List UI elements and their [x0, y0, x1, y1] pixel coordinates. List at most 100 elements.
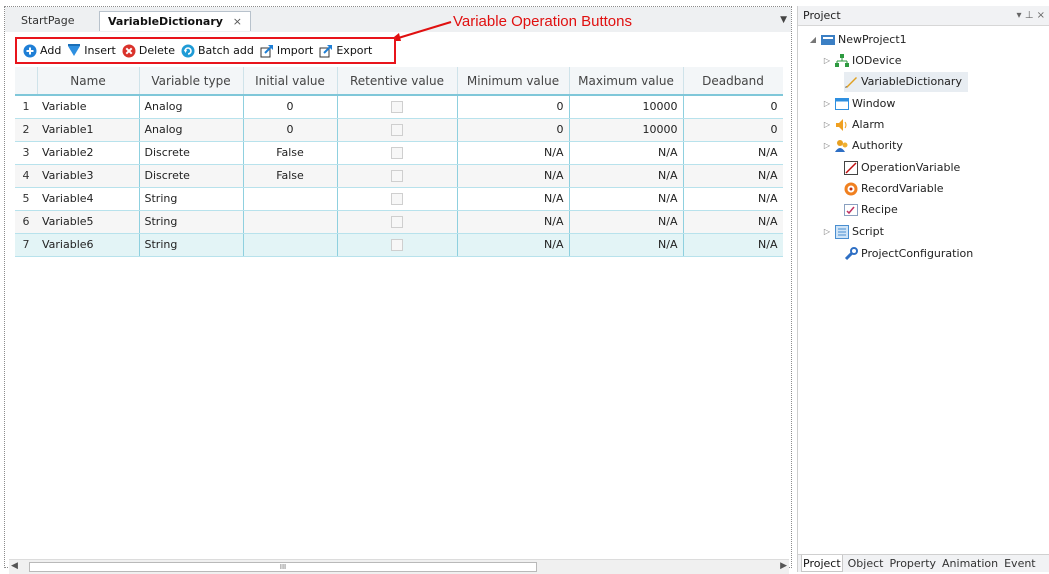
cell-variable-type[interactable]: String: [139, 233, 244, 257]
cell-variable-type[interactable]: String: [139, 210, 244, 234]
cell-initial-value[interactable]: 0: [243, 95, 338, 119]
retentive-checkbox[interactable]: [391, 239, 403, 251]
cell-initial-value[interactable]: [243, 210, 338, 234]
delete-button[interactable]: Delete: [122, 44, 175, 58]
column-header-minimum-value[interactable]: Minimum value: [457, 67, 570, 96]
cell-variable-type[interactable]: String: [139, 187, 244, 211]
table-row[interactable]: 2 Variable1 Analog 0 0 10000 0: [15, 118, 783, 142]
table-row[interactable]: 6 Variable5 String N/A N/A N/A: [15, 210, 783, 234]
cell-minimum-value[interactable]: N/A: [457, 141, 570, 165]
tab-list-dropdown-icon[interactable]: ▼: [780, 15, 787, 25]
tab-startpage[interactable]: StartPage: [13, 11, 83, 31]
tree-item-newproject1[interactable]: ◢ NewProject1: [808, 30, 907, 50]
cell-maximum-value[interactable]: N/A: [569, 233, 684, 257]
cell-retentive-value[interactable]: [337, 95, 458, 119]
cell-variable-type[interactable]: Discrete: [139, 141, 244, 165]
column-header-maximum-value[interactable]: Maximum value: [569, 67, 684, 96]
cell-variable-type[interactable]: Analog: [139, 95, 244, 119]
cell-name[interactable]: Variable1: [37, 118, 140, 142]
cell-deadband[interactable]: 0: [683, 95, 783, 119]
cell-initial-value[interactable]: False: [243, 164, 338, 188]
cell-retentive-value[interactable]: [337, 118, 458, 142]
batch-add-button[interactable]: Batch add: [181, 44, 254, 58]
tree-item-script[interactable]: ▷ Script: [822, 222, 884, 242]
cell-maximum-value[interactable]: N/A: [569, 210, 684, 234]
cell-variable-type[interactable]: Discrete: [139, 164, 244, 188]
cell-minimum-value[interactable]: 0: [457, 95, 570, 119]
tab-variabledictionary[interactable]: VariableDictionary ×: [99, 11, 251, 31]
tab-object[interactable]: Object: [847, 555, 885, 572]
cell-maximum-value[interactable]: N/A: [569, 141, 684, 165]
cell-deadband[interactable]: N/A: [683, 141, 783, 165]
tree-item-operationvariable[interactable]: OperationVariable: [844, 158, 960, 178]
cell-retentive-value[interactable]: [337, 141, 458, 165]
cell-retentive-value[interactable]: [337, 187, 458, 211]
scroll-right-icon[interactable]: ▶: [780, 561, 787, 571]
cell-initial-value[interactable]: False: [243, 141, 338, 165]
cell-initial-value[interactable]: [243, 233, 338, 257]
cell-minimum-value[interactable]: N/A: [457, 164, 570, 188]
column-header-retentive-value[interactable]: Retentive value: [337, 67, 458, 96]
cell-name[interactable]: Variable4: [37, 187, 140, 211]
table-row[interactable]: 1 Variable Analog 0 0 10000 0: [15, 95, 783, 119]
tree-item-projectconfiguration[interactable]: ProjectConfiguration: [844, 244, 973, 264]
tab-animation[interactable]: Animation: [941, 555, 999, 572]
cell-name[interactable]: Variable3: [37, 164, 140, 188]
collapsed-arrow-icon[interactable]: ▷: [822, 136, 832, 156]
cell-minimum-value[interactable]: N/A: [457, 187, 570, 211]
cell-maximum-value[interactable]: 10000: [569, 95, 684, 119]
cell-maximum-value[interactable]: N/A: [569, 164, 684, 188]
cell-deadband[interactable]: N/A: [683, 233, 783, 257]
column-header-initial-value[interactable]: Initial value: [243, 67, 338, 96]
cell-retentive-value[interactable]: [337, 164, 458, 188]
add-button[interactable]: Add: [23, 44, 61, 58]
cell-deadband[interactable]: N/A: [683, 187, 783, 211]
cell-name[interactable]: Variable5: [37, 210, 140, 234]
cell-maximum-value[interactable]: 10000: [569, 118, 684, 142]
table-row-selected[interactable]: 7 Variable6 String N/A N/A N/A: [15, 233, 783, 257]
tab-project[interactable]: Project: [801, 555, 843, 572]
cell-initial-value[interactable]: 0: [243, 118, 338, 142]
scroll-left-icon[interactable]: ◀: [11, 561, 18, 571]
cell-minimum-value[interactable]: 0: [457, 118, 570, 142]
collapsed-arrow-icon[interactable]: ▷: [822, 115, 832, 135]
cell-deadband[interactable]: 0: [683, 118, 783, 142]
retentive-checkbox[interactable]: [391, 170, 403, 182]
cell-initial-value[interactable]: [243, 187, 338, 211]
retentive-checkbox[interactable]: [391, 193, 403, 205]
tree-item-recipe[interactable]: Recipe: [844, 200, 898, 220]
tree-item-authority[interactable]: ▷ Authority: [822, 136, 903, 156]
table-row[interactable]: 5 Variable4 String N/A N/A N/A: [15, 187, 783, 211]
tree-item-iodevice[interactable]: ▷ IODevice: [822, 51, 902, 71]
cell-minimum-value[interactable]: N/A: [457, 210, 570, 234]
cell-name[interactable]: Variable2: [37, 141, 140, 165]
cell-retentive-value[interactable]: [337, 210, 458, 234]
table-row[interactable]: 3 Variable2 Discrete False N/A N/A N/A: [15, 141, 783, 165]
retentive-checkbox[interactable]: [391, 147, 403, 159]
tree-item-variabledictionary[interactable]: VariableDictionary: [844, 72, 968, 92]
tree-item-window[interactable]: ▷ Window: [822, 94, 895, 114]
tab-event[interactable]: Event: [1003, 555, 1037, 572]
collapsed-arrow-icon[interactable]: ▷: [822, 222, 832, 242]
import-button[interactable]: Import: [260, 44, 313, 58]
cell-retentive-value[interactable]: [337, 233, 458, 257]
retentive-checkbox[interactable]: [391, 101, 403, 114]
cell-maximum-value[interactable]: N/A: [569, 187, 684, 211]
tree-item-recordvariable[interactable]: RecordVariable: [844, 179, 944, 199]
tab-close-icon[interactable]: ×: [233, 15, 242, 28]
collapsed-arrow-icon[interactable]: ▷: [822, 94, 832, 114]
collapsed-arrow-icon[interactable]: ▷: [822, 51, 832, 71]
export-button[interactable]: Export: [319, 44, 372, 58]
cell-variable-type[interactable]: Analog: [139, 118, 244, 142]
table-row[interactable]: 4 Variable3 Discrete False N/A N/A N/A: [15, 164, 783, 188]
cell-name[interactable]: Variable6: [37, 233, 140, 257]
retentive-checkbox[interactable]: [391, 216, 403, 228]
tree-item-alarm[interactable]: ▷ Alarm: [822, 115, 884, 135]
tab-property[interactable]: Property: [888, 555, 937, 572]
cell-deadband[interactable]: N/A: [683, 210, 783, 234]
cell-name[interactable]: Variable: [37, 95, 140, 119]
insert-button[interactable]: Insert: [67, 43, 116, 58]
expanded-arrow-icon[interactable]: ◢: [808, 30, 818, 50]
column-header-name[interactable]: Name: [37, 67, 140, 96]
column-header-variable-type[interactable]: Variable type: [139, 67, 244, 96]
